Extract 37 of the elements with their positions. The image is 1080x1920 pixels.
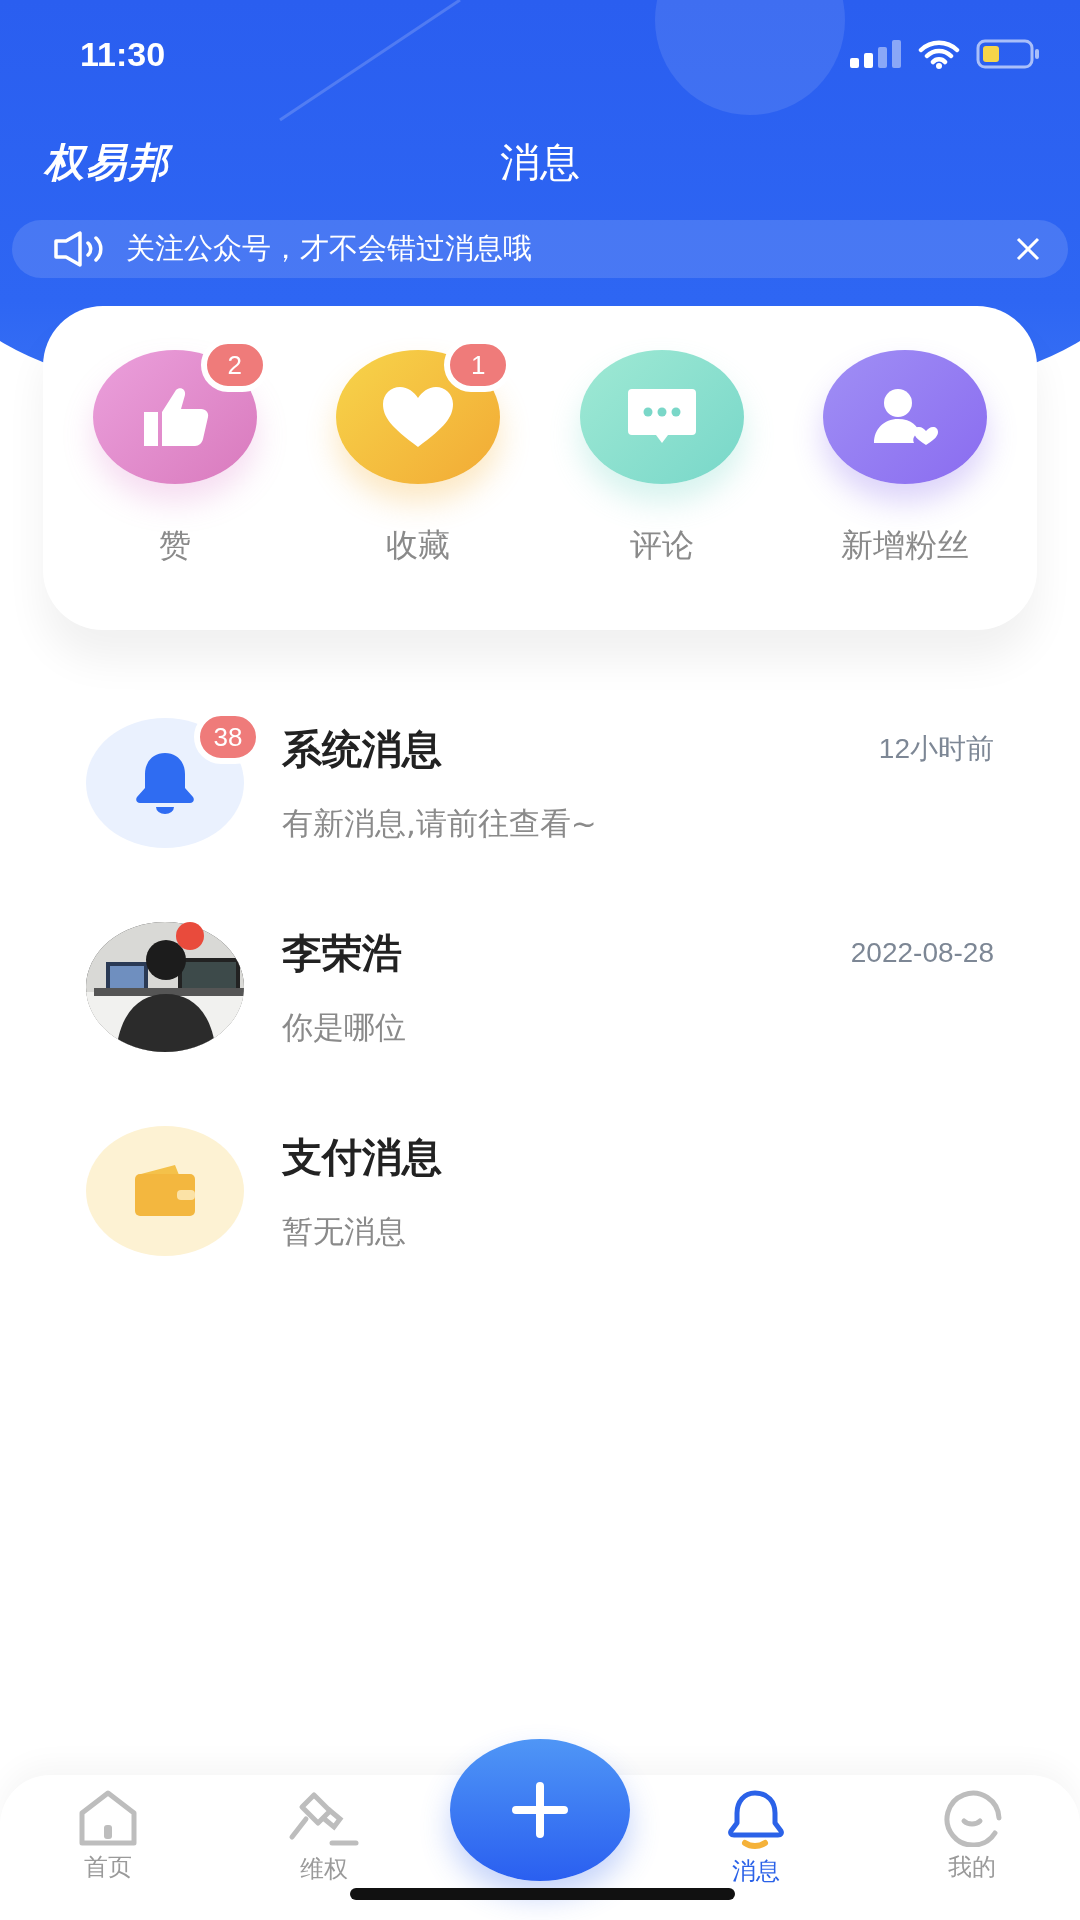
message-title: 李荣浩 — [282, 928, 402, 978]
notice-text: 关注公众号，才不会错过消息哦 — [126, 230, 533, 267]
smiley-icon — [941, 1789, 1003, 1847]
category-label: 评论 — [629, 526, 694, 565]
plus-icon — [512, 1782, 568, 1838]
message-title: 支付消息 — [282, 1132, 442, 1182]
user-heart-icon — [872, 387, 939, 447]
nav-tab[interactable]: 首页 — [0, 1775, 216, 1920]
heart-icon — [381, 385, 456, 449]
page-title: 消息 — [500, 137, 580, 187]
category-label: 收藏 — [386, 526, 451, 565]
wallet-icon — [133, 1164, 197, 1218]
signal-icon — [850, 40, 902, 68]
message-row[interactable]: 李荣浩 2022-08-28 你是哪位 — [0, 922, 1080, 1052]
message-title: 系统消息 — [282, 724, 442, 774]
message-preview: 你是哪位 — [282, 1007, 407, 1047]
wifi-icon — [918, 39, 960, 69]
nav-tab[interactable]: 消息 — [648, 1775, 864, 1920]
category-item[interactable]: 新增粉丝 — [783, 306, 1027, 630]
category-item[interactable]: 评论 — [540, 306, 784, 630]
category-label: 赞 — [158, 526, 191, 565]
category-label: 新增粉丝 — [841, 526, 970, 565]
status-time: 11:30 — [80, 34, 166, 74]
battery-icon — [976, 39, 1040, 69]
category-item[interactable]: 2 赞 — [53, 306, 297, 630]
close-icon — [1016, 237, 1040, 261]
home-icon — [77, 1789, 139, 1847]
message-time: 2022-08-28 — [850, 937, 994, 969]
message-row[interactable]: 支付消息 暂无消息 — [0, 1126, 1080, 1256]
gavel-icon — [288, 1789, 360, 1849]
nav-tab[interactable]: 我的 — [864, 1775, 1080, 1920]
nav-tab[interactable]: 维权 — [216, 1775, 432, 1920]
message-preview: 暂无消息 — [282, 1211, 407, 1251]
bell-icon — [725, 1789, 787, 1851]
message-time: 12小时前 — [878, 732, 994, 766]
message-preview: 有新消息,请前往查看~ — [282, 803, 598, 843]
category-item[interactable]: 1 收藏 — [296, 306, 540, 630]
